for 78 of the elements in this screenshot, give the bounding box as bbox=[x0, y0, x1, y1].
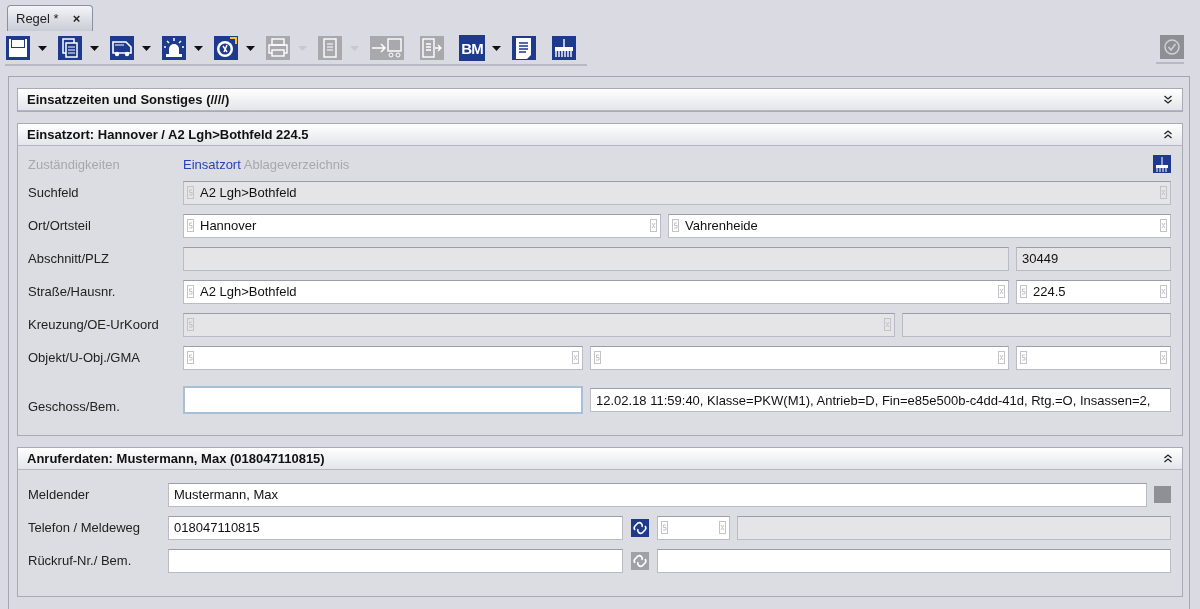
clear-icon bbox=[1160, 351, 1167, 364]
caret-icon bbox=[245, 45, 255, 51]
clear-icon bbox=[998, 351, 1005, 364]
field-value: 12.02.18 11:59:40, Klasse=PKW(M1), Antrieb=D, Fin=e85e500b-c4dd-41d, Rtg.=O, Insassen=2, bbox=[596, 392, 1151, 408]
field-label: Rückruf-Nr./ Bem. bbox=[28, 553, 133, 568]
clear-icon bbox=[1160, 219, 1167, 232]
field-value: 30449 bbox=[1022, 251, 1059, 266]
section-header[interactable]: Anruferdaten: Mustermann, Max (018047110815) bbox=[18, 448, 1182, 470]
field-value: 224.5 bbox=[1033, 284, 1066, 299]
nav-link[interactable]: Einsatzort bbox=[183, 156, 241, 172]
link-button[interactable] bbox=[630, 518, 650, 537]
search-marker-icon bbox=[187, 219, 194, 232]
search-marker-icon bbox=[672, 219, 679, 232]
section-header[interactable]: Einsatzort: Hannover / A2 Lgh>Bothfeld 224.5 bbox=[18, 124, 1182, 146]
field-value: 018047110815 bbox=[174, 520, 260, 535]
field-label: Abschnitt/PLZ bbox=[28, 251, 110, 266]
text-field[interactable] bbox=[1016, 345, 1171, 370]
close-tab-button[interactable]: × bbox=[72, 11, 81, 26]
field-label: Straße/Hausnr. bbox=[28, 284, 117, 299]
clear-icon bbox=[572, 351, 579, 364]
field-value: Mustermann, Max bbox=[174, 487, 279, 502]
caret-icon bbox=[193, 45, 203, 51]
caret-icon bbox=[141, 45, 151, 51]
text-field[interactable]: 224.5 bbox=[1016, 279, 1171, 304]
search-marker-icon bbox=[1020, 351, 1027, 364]
search-marker-icon bbox=[187, 318, 194, 331]
search-marker-icon bbox=[1020, 285, 1027, 298]
clear-icon bbox=[650, 219, 657, 232]
caret-icon bbox=[89, 45, 99, 51]
text-field[interactable] bbox=[183, 345, 583, 370]
text-field[interactable] bbox=[657, 548, 1171, 573]
brush-button[interactable] bbox=[551, 35, 577, 61]
copy-button[interactable] bbox=[57, 35, 83, 61]
field-label: Suchfeld bbox=[28, 185, 80, 200]
search-marker-icon bbox=[187, 285, 194, 298]
search-marker-icon bbox=[661, 521, 668, 534]
clear-icon bbox=[1160, 186, 1167, 199]
text-field[interactable]: 018047110815 bbox=[168, 515, 623, 540]
search-marker-icon bbox=[187, 351, 194, 364]
clear-icon bbox=[1160, 285, 1167, 298]
section-title: Einsatzort: Hannover / A2 Lgh>Bothfeld 224.5 bbox=[27, 127, 309, 142]
text-field[interactable]: Vahrenheide bbox=[668, 213, 1171, 238]
field-label: Objekt/U-Obj./GMA bbox=[28, 350, 141, 365]
list-document-button[interactable] bbox=[511, 35, 537, 61]
field-value: Hannover bbox=[200, 218, 257, 233]
text-field[interactable]: A2 Lgh>Bothfeld bbox=[183, 279, 1009, 304]
field-label: Geschoss/Bem. bbox=[28, 399, 121, 414]
text-field[interactable] bbox=[183, 386, 583, 414]
field-label: Meldender bbox=[28, 487, 91, 502]
document-tab[interactable]: Regel * × bbox=[7, 5, 94, 31]
vehicle-button[interactable] bbox=[109, 35, 135, 61]
section-title: Einsatzzeiten und Sonstiges (////) bbox=[27, 92, 230, 107]
field-value: A2 Lgh>Bothfeld bbox=[200, 284, 297, 299]
field-label: Ort/Ortsteil bbox=[28, 218, 92, 233]
field-label: Telefon / Meldeweg bbox=[28, 520, 141, 535]
search-marker-icon bbox=[594, 351, 601, 364]
text-field[interactable]: Mustermann, Max bbox=[168, 482, 1147, 507]
text-field[interactable] bbox=[590, 345, 1009, 370]
clear-icon bbox=[998, 285, 1005, 298]
text-field[interactable] bbox=[657, 515, 730, 540]
caret-icon bbox=[491, 45, 501, 51]
brush-button[interactable] bbox=[1153, 155, 1171, 173]
search-marker-icon bbox=[187, 186, 194, 199]
globe-button[interactable] bbox=[213, 35, 239, 61]
field-label: Kreuzung/OE-UrKoord bbox=[28, 317, 160, 332]
save-button[interactable] bbox=[5, 35, 31, 61]
toolbar-button[interactable]: BM bbox=[459, 35, 485, 61]
clear-icon bbox=[884, 318, 891, 331]
section-header[interactable]: Einsatzzeiten und Sonstiges (////) bbox=[18, 89, 1182, 111]
field-value: A2 Lgh>Bothfeld bbox=[200, 185, 297, 200]
caret-icon bbox=[37, 45, 47, 51]
text-field[interactable]: 12.02.18 11:59:40, Klasse=PKW(M1), Antrieb=D, Fin=e85e500b-c4dd-41d, Rtg.=O, Insassen=2, bbox=[590, 388, 1171, 412]
clear-icon bbox=[719, 521, 726, 534]
text-field[interactable] bbox=[168, 548, 623, 573]
siren-button[interactable] bbox=[161, 35, 187, 61]
section-title: Anruferdaten: Mustermann, Max (018047110815) bbox=[27, 451, 325, 466]
field-value: Vahrenheide bbox=[685, 218, 758, 233]
text-field[interactable]: Hannover bbox=[183, 213, 661, 238]
